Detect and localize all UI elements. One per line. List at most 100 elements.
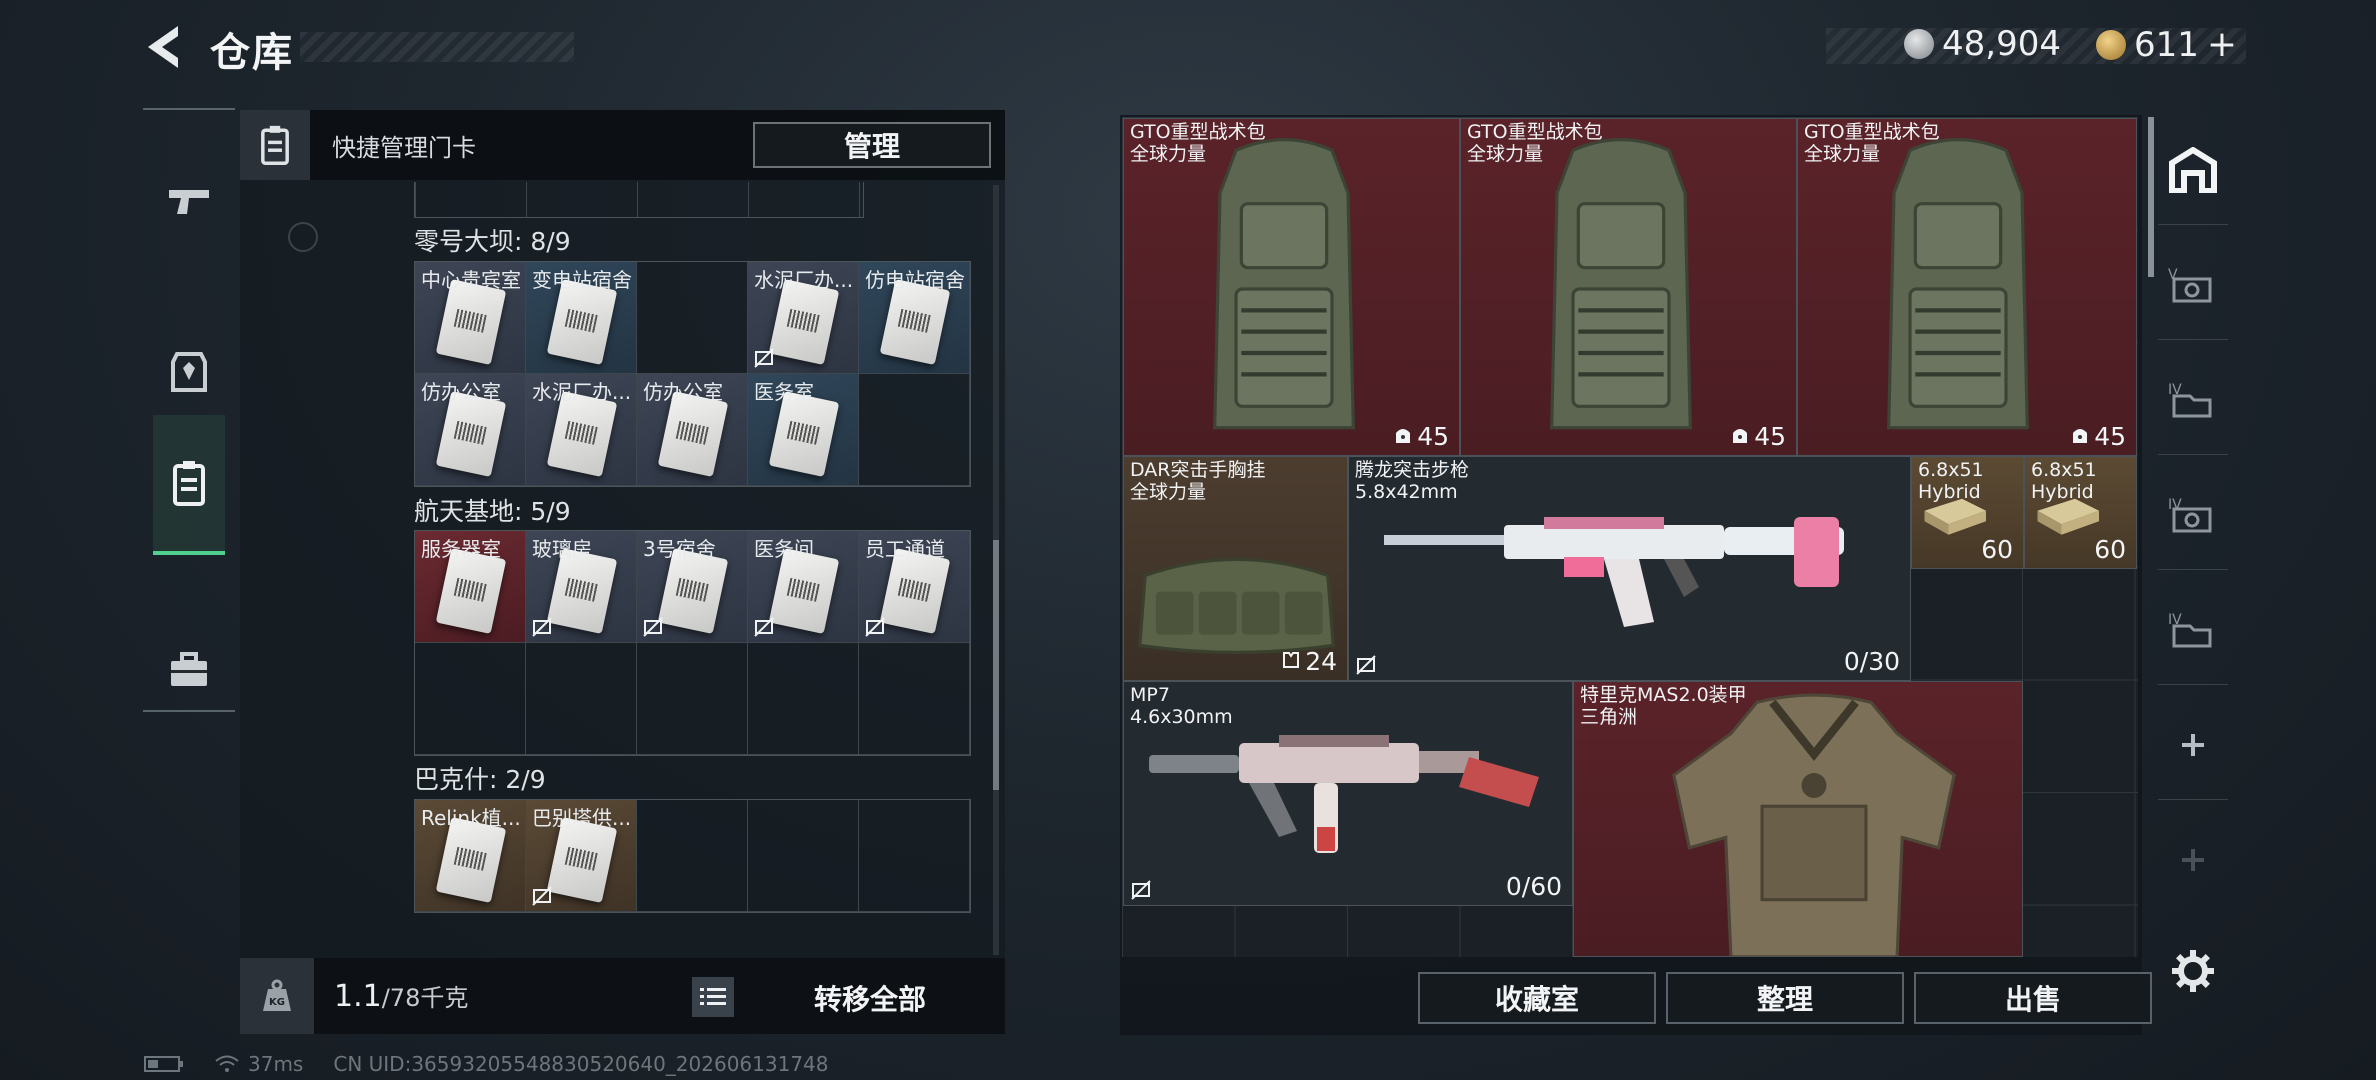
keycard-slot[interactable]: 中心贵宾室 [415, 262, 526, 374]
sort-button[interactable]: 整理 [1666, 972, 1904, 1024]
item-title: DAR突击手胸挂 [1130, 459, 1266, 481]
keycard-slot[interactable]: 仿电站宿舍 [859, 262, 970, 374]
keycard-slot[interactable]: 水泥厂办... [526, 374, 637, 486]
item-subtitle: 全球力量 [1804, 143, 1881, 165]
item-name: 腾龙突击步枪 5.8x42mm [1355, 459, 1469, 503]
nav-weapons[interactable] [153, 132, 225, 272]
keycard-slot[interactable]: 巴别塔供... [526, 800, 637, 912]
item-image [1624, 692, 2004, 956]
tab-container-iv-3[interactable]: IV [2158, 575, 2228, 685]
stash-item-backpack[interactable]: GTO重型战术包 全球力量 45 [1460, 118, 1797, 456]
currency-secondary[interactable]: 611 + [2096, 24, 2237, 65]
empty-slot[interactable] [526, 643, 637, 755]
item-subtitle: 全球力量 [1467, 143, 1544, 165]
empty-slot[interactable] [637, 643, 748, 755]
item-count: 24 [1281, 647, 1337, 676]
currency-secondary-value: 611 [2134, 24, 2199, 65]
empty-slot[interactable] [859, 374, 970, 486]
weight-value: 1.1/78千克 [334, 979, 469, 1014]
vault-button[interactable]: 收藏室 [1418, 972, 1656, 1024]
keycard-slot[interactable]: 仿办公室 [415, 374, 526, 486]
stash-item-backpack[interactable]: GTO重型战术包 全球力量 45 [1123, 118, 1460, 456]
section-title-space-base: 航天基地: 5/9 [414, 497, 571, 526]
rig-slot-icon [1281, 647, 1301, 676]
item-count: 45 [1393, 422, 1449, 451]
keycard-slot[interactable]: Relink植... [415, 800, 526, 912]
no-carry-icon [1355, 654, 1377, 676]
manage-button[interactable]: 管理 [753, 122, 991, 168]
keycard-slot[interactable]: 水泥厂办... [748, 262, 859, 374]
keycard-label: 仿办公室 [643, 380, 723, 404]
keycard-grid-dam: 中心贵宾室 变电站宿舍 水泥厂办... 仿电站宿舍 仿办公室 水泥厂办... 仿办公室 医务室 [414, 261, 971, 487]
no-carry-icon [531, 616, 553, 638]
nav-supplies[interactable] [153, 600, 225, 740]
empty-slot[interactable] [415, 643, 526, 755]
back-button[interactable] [140, 22, 190, 72]
stash-item-backpack[interactable]: GTO重型战术包 全球力量 45 [1797, 118, 2137, 456]
item-count-value: 60 [2094, 535, 2126, 564]
list-view-button[interactable] [692, 977, 734, 1017]
item-count-value: 60 [1981, 535, 2013, 564]
transfer-all-button[interactable]: 转移全部 [760, 978, 980, 1018]
stash-item-ammo[interactable]: 6.8x51 Hybrid 60 [2024, 456, 2137, 569]
scrolled-grid-row [414, 182, 864, 218]
v-tier-icon: V [2168, 267, 2212, 302]
sell-button[interactable]: 出售 [1914, 972, 2152, 1024]
item-name: 6.8x51 Hybrid [1918, 459, 1984, 503]
weight-icon: KG [240, 958, 314, 1034]
container-tab-strip: V IV IV IV [2158, 115, 2228, 955]
stash-item-ammo[interactable]: 6.8x51 Hybrid 60 [1911, 456, 2024, 569]
tab-add-container-disabled[interactable] [2158, 805, 2228, 915]
keycard-slot[interactable]: 3号宿舍 [637, 531, 748, 643]
user-uid: CN UID:3659320554883052064​0_20260613174… [333, 1052, 829, 1076]
keycard-label: 医务间 [754, 537, 814, 561]
stash-item-chest-rig[interactable]: DAR突击手胸挂 全球力量 24 [1123, 456, 1348, 681]
keycard-slot[interactable]: 变电站宿舍 [526, 262, 637, 374]
item-name: MP7 4.6x30mm [1130, 684, 1233, 728]
quick-manage-label: 快捷管理门卡 [332, 133, 476, 162]
keycard-slot[interactable]: 服务器室 [415, 531, 526, 643]
stash-scrollbar-thumb[interactable] [2148, 117, 2154, 277]
tab-stash-home[interactable] [2158, 115, 2228, 225]
item-title: GTO重型战术包 [1804, 121, 1940, 143]
empty-slot[interactable] [748, 800, 859, 912]
keycard-slot[interactable]: 医务室 [748, 374, 859, 486]
empty-slot[interactable] [859, 800, 970, 912]
item-subtitle: 全球力量 [1130, 143, 1207, 165]
keycard-slot[interactable]: 员工通道 [859, 531, 970, 643]
nav-keycards[interactable] [153, 415, 225, 555]
item-count-value: 0/60 [1505, 872, 1562, 901]
battery-icon [144, 1056, 183, 1072]
tab-container-iv-1[interactable]: IV [2158, 345, 2228, 455]
keycard-slot[interactable]: 仿办公室 [637, 374, 748, 486]
empty-slot[interactable] [859, 643, 970, 755]
tab-container-v[interactable]: V [2158, 230, 2228, 340]
keycard-slot[interactable]: 医务间 [748, 531, 859, 643]
tab-container-iv-2[interactable]: IV [2158, 460, 2228, 570]
empty-slot[interactable] [637, 800, 748, 912]
currency-add-button[interactable]: + [2207, 24, 2237, 65]
stash-item-smg[interactable]: MP7 4.6x30mm 0/60 [1123, 681, 1573, 906]
keycard-scrollbar-thumb[interactable] [993, 540, 999, 790]
stash-item-rifle[interactable]: 腾龙突击步枪 5.8x42mm 0/30 [1348, 456, 1911, 681]
category-nav [143, 108, 235, 712]
tab-add-container[interactable] [2158, 690, 2228, 800]
keycard-label: 仿电站宿舍 [865, 268, 965, 292]
empty-slot[interactable] [637, 262, 748, 374]
briefcase-icon [171, 652, 207, 686]
keycard-slot[interactable]: 玻璃房 [526, 531, 637, 643]
keycard-label: 仿办公室 [421, 380, 501, 404]
item-subtitle: 三角洲 [1580, 706, 1638, 728]
currency-primary: 48,904 [1904, 24, 2061, 64]
item-subtitle: 5.8x42mm [1355, 481, 1458, 503]
keycard-label: 水泥厂办... [754, 268, 854, 292]
iv-tier-icon: IV [2168, 497, 2212, 532]
empty-slot[interactable] [748, 643, 859, 755]
weight-unit: /78千克 [381, 984, 469, 1012]
capacity-icon [2070, 422, 2090, 451]
settings-button[interactable] [2170, 948, 2216, 994]
keycard-holder-icon [240, 110, 310, 180]
keycard-label: 巴别塔供... [532, 806, 632, 830]
armor-icon [171, 352, 207, 392]
stash-item-armor[interactable]: 特里克MAS2.0装甲 三角洲 [1573, 681, 2023, 957]
